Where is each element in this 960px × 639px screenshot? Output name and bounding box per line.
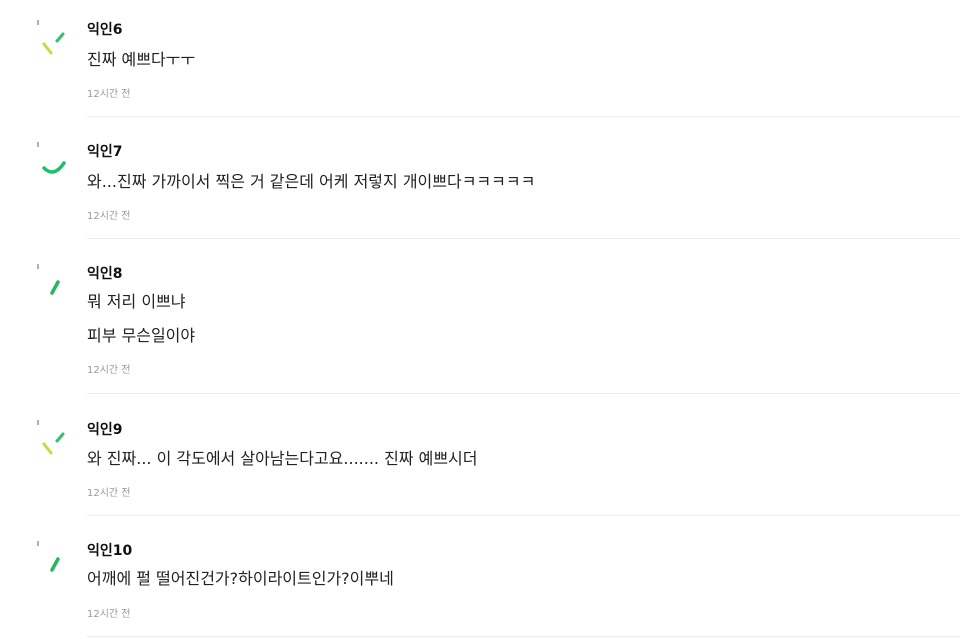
comment-time: 12시간 전 bbox=[87, 89, 131, 100]
divider bbox=[87, 636, 960, 637]
spark-icon bbox=[37, 20, 65, 55]
comment-author[interactable]: 익인6 bbox=[87, 21, 123, 39]
comment-text: 와...진짜 가까이서 찍은 거 같은데 어케 저렇지 개이쁘다ㅋㅋㅋㅋㅋ bbox=[87, 172, 536, 191]
comment-time: 12시간 전 bbox=[87, 211, 131, 222]
dash-icon bbox=[37, 264, 60, 295]
comment-author[interactable]: 익인9 bbox=[87, 421, 123, 439]
comment-text: 어깨에 펄 떨어진건가?하이라이트인가?이뿌네 bbox=[87, 569, 394, 588]
smile-arc-icon bbox=[37, 142, 66, 174]
avatar[interactable] bbox=[30, 142, 74, 186]
divider bbox=[87, 238, 960, 239]
comment-time: 12시간 전 bbox=[87, 365, 131, 376]
divider bbox=[87, 393, 960, 394]
comment-text: 뭐 저리 이쁘냐 bbox=[87, 292, 186, 311]
comment-time: 12시간 전 bbox=[87, 488, 131, 499]
divider bbox=[87, 515, 960, 516]
avatar[interactable] bbox=[30, 264, 74, 308]
comment-text: 피부 무슨일이야 bbox=[87, 326, 196, 345]
comment-time: 12시간 전 bbox=[87, 609, 131, 620]
avatar[interactable] bbox=[30, 20, 74, 64]
comment-author[interactable]: 익인7 bbox=[87, 143, 123, 161]
avatar[interactable] bbox=[30, 541, 74, 585]
avatar[interactable] bbox=[30, 420, 74, 464]
comment-text: 와 진짜... 이 각도에서 살아남는다고요....... 진짜 예쁘시더 bbox=[87, 449, 478, 468]
comment-author[interactable]: 익인8 bbox=[87, 265, 123, 283]
comment-author[interactable]: 익인10 bbox=[87, 542, 132, 560]
dash-icon bbox=[37, 541, 60, 572]
divider bbox=[87, 116, 960, 117]
comment-text: 진짜 예쁘다ㅜㅜ bbox=[87, 50, 196, 69]
spark-icon bbox=[37, 420, 65, 455]
